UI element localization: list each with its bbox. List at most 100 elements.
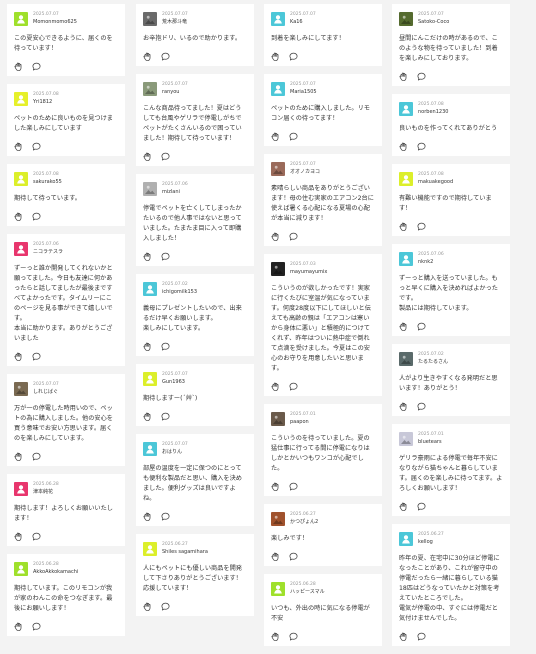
speech-bubble-icon[interactable] (32, 452, 41, 461)
commenter-name[interactable]: AkkoAkkokamachi (33, 569, 78, 575)
commenter-name[interactable]: kellog (418, 539, 444, 545)
commenter-name[interactable]: オオノカヨコ (290, 169, 320, 175)
speech-bubble-icon[interactable] (161, 412, 170, 421)
clap-icon[interactable] (399, 632, 408, 641)
speech-bubble-icon[interactable] (417, 222, 426, 231)
speech-bubble-icon[interactable] (32, 212, 41, 221)
comment-board: 2025.07.07 Momonmomo625 この夏安心できるように、届くのを待っ… (0, 0, 536, 646)
commenter-name[interactable]: たるたるさん (418, 359, 448, 365)
speech-bubble-icon[interactable] (417, 142, 426, 151)
speech-bubble-icon[interactable] (417, 322, 426, 331)
comment-actions (271, 482, 375, 491)
speech-bubble-icon[interactable] (161, 342, 170, 351)
clap-icon[interactable] (271, 552, 280, 561)
clap-icon[interactable] (14, 622, 23, 631)
commenter-name[interactable]: makuakegood (418, 179, 453, 185)
commenter-name[interactable]: ranyou (162, 89, 188, 95)
commenter-name[interactable]: しれじばぐ (33, 389, 59, 395)
avatar (271, 512, 285, 526)
commenter-name[interactable]: bluetears (418, 439, 444, 445)
commenter-name[interactable]: Gun1963 (162, 379, 188, 385)
speech-bubble-icon[interactable] (161, 602, 170, 611)
clap-icon[interactable] (14, 142, 23, 151)
clap-icon[interactable] (271, 132, 280, 141)
speech-bubble-icon[interactable] (32, 62, 41, 71)
commenter-name[interactable]: Maria1505 (290, 89, 317, 95)
clap-icon[interactable] (271, 482, 280, 491)
speech-bubble-icon[interactable] (289, 132, 298, 141)
speech-bubble-icon[interactable] (161, 152, 170, 161)
commenter-name[interactable]: おはりん (162, 449, 188, 455)
speech-bubble-icon[interactable] (417, 72, 426, 81)
comment-date: 2025.07.07 (162, 442, 188, 448)
comment-header: 2025.07.01 bluetears (399, 430, 503, 448)
commenter-name[interactable]: かつぴょん2 (290, 519, 318, 525)
speech-bubble-icon[interactable] (32, 142, 41, 151)
speech-bubble-icon[interactable] (289, 552, 298, 561)
avatar (143, 442, 157, 456)
commenter-name[interactable]: 津本純花 (33, 489, 59, 495)
clap-icon[interactable] (143, 152, 152, 161)
commenter-name[interactable]: Ka16 (290, 19, 316, 25)
clap-icon[interactable] (271, 52, 280, 61)
clap-icon[interactable] (143, 512, 152, 521)
photo-icon (145, 184, 155, 194)
commenter-name[interactable]: mayumayumix (290, 269, 327, 275)
comment-date: 2025.06.27 (418, 532, 444, 538)
speech-bubble-icon[interactable] (417, 402, 426, 411)
clap-icon[interactable] (143, 342, 152, 351)
clap-icon[interactable] (399, 72, 408, 81)
speech-bubble-icon[interactable] (161, 252, 170, 261)
speech-bubble-icon[interactable] (289, 232, 298, 241)
clap-icon[interactable] (143, 252, 152, 261)
commenter-name[interactable]: ハッピースマル (290, 589, 325, 595)
speech-bubble-icon[interactable] (32, 532, 41, 541)
clap-icon[interactable] (399, 502, 408, 511)
user-icon (16, 94, 26, 104)
commenter-name[interactable]: mizlani (162, 189, 188, 195)
commenter-name[interactable]: Shiles sagamihara (162, 549, 208, 555)
speech-bubble-icon[interactable] (161, 512, 170, 521)
commenter-name[interactable]: nknk2 (418, 259, 444, 265)
speech-bubble-icon[interactable] (289, 632, 298, 641)
speech-bubble-icon[interactable] (417, 502, 426, 511)
speech-bubble-icon[interactable] (289, 52, 298, 61)
clap-icon[interactable] (271, 632, 280, 641)
clap-icon[interactable] (143, 52, 152, 61)
clap-icon[interactable] (399, 142, 408, 151)
speech-bubble-icon[interactable] (289, 382, 298, 391)
comment-actions (143, 252, 247, 261)
clap-icon[interactable] (14, 352, 23, 361)
comment-actions (143, 52, 247, 61)
comment-header: 2025.07.07 Satoko-Coco (399, 10, 503, 28)
user-icon (273, 14, 283, 24)
commenter-name[interactable]: norben1230 (418, 109, 448, 115)
speech-bubble-icon[interactable] (417, 632, 426, 641)
clap-icon[interactable] (14, 212, 23, 221)
clap-icon[interactable] (399, 402, 408, 411)
speech-bubble-icon[interactable] (289, 482, 298, 491)
commenter-name[interactable]: sakurako55 (33, 179, 62, 185)
clap-icon[interactable] (143, 602, 152, 611)
clap-icon[interactable] (399, 322, 408, 331)
clap-icon[interactable] (14, 452, 23, 461)
commenter-name[interactable]: paapon (290, 419, 316, 425)
clap-icon[interactable] (271, 232, 280, 241)
speech-bubble-icon[interactable] (32, 352, 41, 361)
clap-icon[interactable] (143, 412, 152, 421)
speech-bubble-icon[interactable] (32, 622, 41, 631)
clap-icon[interactable] (14, 532, 23, 541)
clap-icon[interactable] (271, 382, 280, 391)
user-icon (16, 14, 26, 24)
commenter-name[interactable]: Yri1812 (33, 99, 59, 105)
clap-icon[interactable] (14, 62, 23, 71)
speech-bubble-icon[interactable] (161, 52, 170, 61)
commenter-name[interactable]: Satoko-Coco (418, 19, 449, 25)
commenter-name[interactable]: ichigomilk153 (162, 289, 197, 295)
user-icon (273, 584, 283, 594)
commenter-name[interactable]: ニコラテスラ (33, 249, 63, 255)
clap-icon[interactable] (399, 222, 408, 231)
commenter-name[interactable]: 荒木那斗竜 (162, 19, 188, 25)
commenter-name[interactable]: Momonmomo625 (33, 19, 77, 25)
comment-card: 2025.06.27 かつぴょん2 楽しみです！ (264, 504, 382, 566)
